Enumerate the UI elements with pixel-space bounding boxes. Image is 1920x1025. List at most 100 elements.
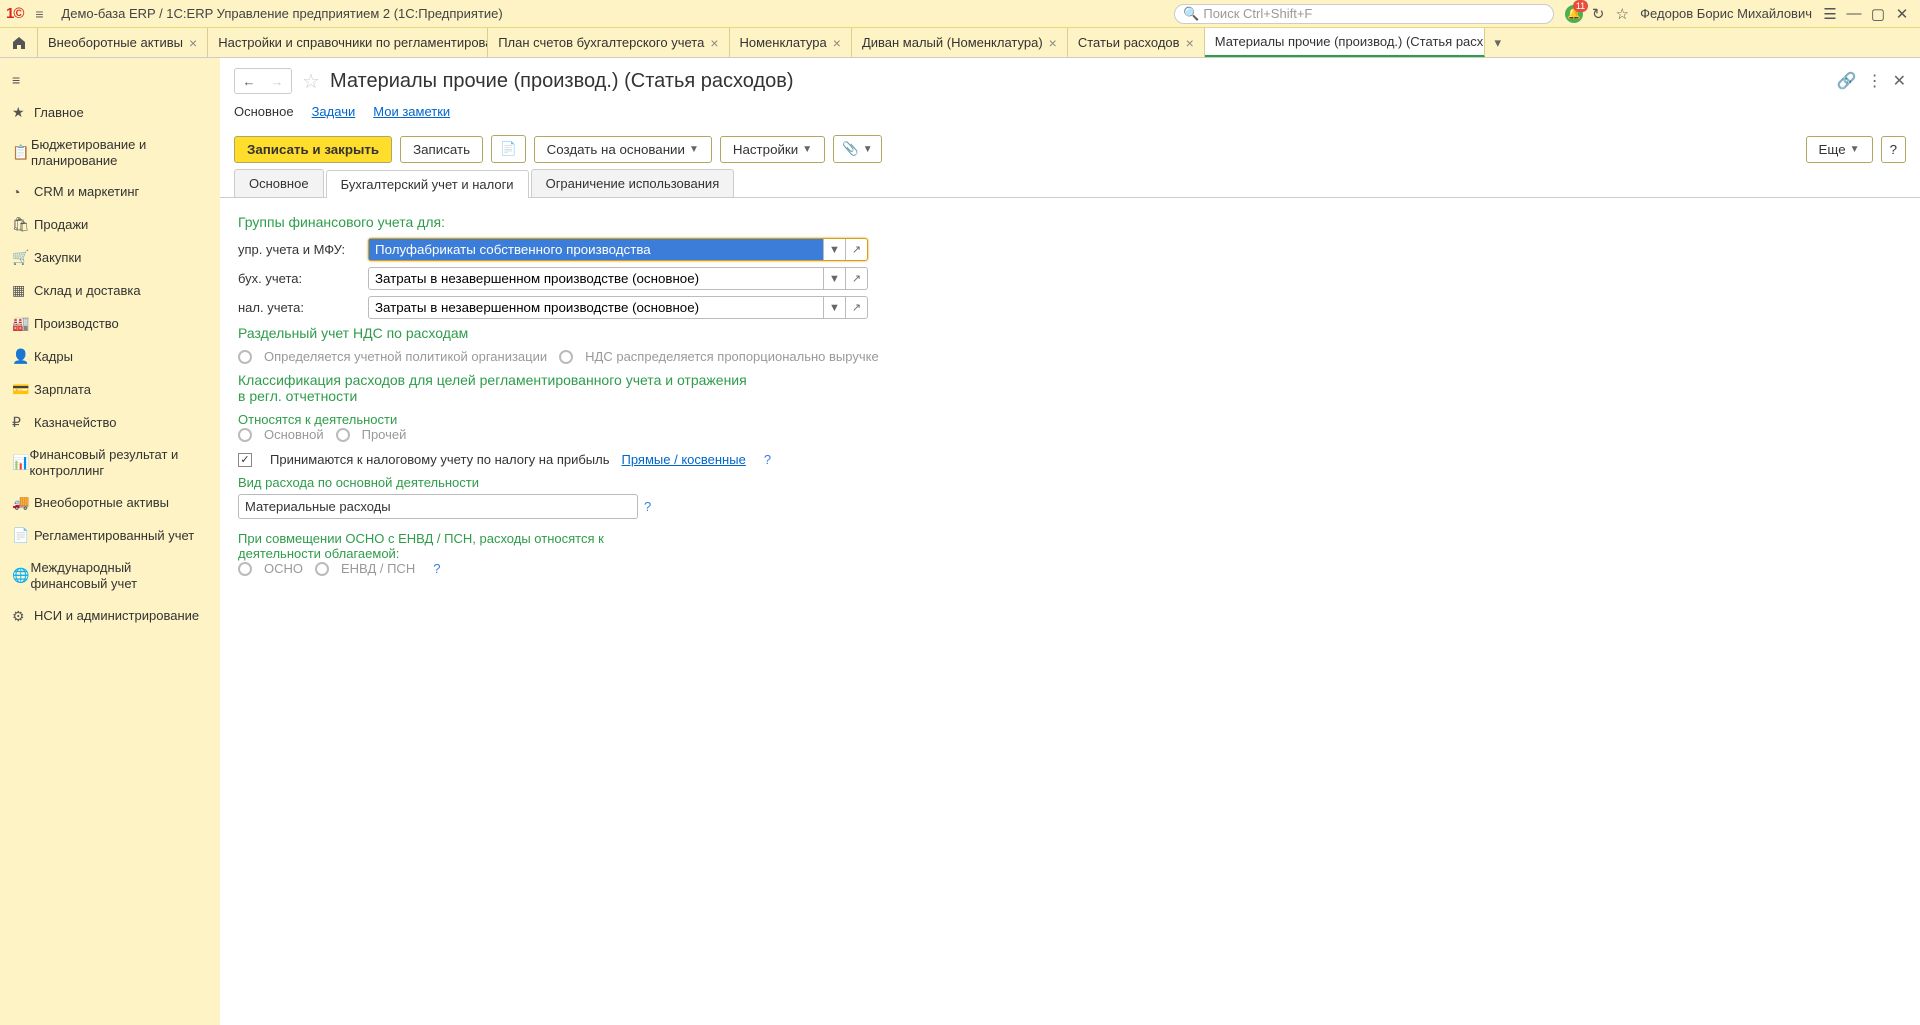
- favorite-page-icon[interactable]: ☆: [302, 69, 320, 94]
- close-icon[interactable]: ×: [710, 35, 718, 51]
- combo-buh[interactable]: ▼ ↗: [368, 267, 868, 290]
- truck-icon: 🚚: [12, 494, 34, 511]
- sidebar-item-warehouse[interactable]: ▦Склад и доставка: [0, 274, 220, 307]
- label-nal: нал. учета:: [238, 300, 368, 315]
- factory-icon: 🏭: [12, 315, 34, 332]
- help-hint-icon[interactable]: ?: [433, 561, 440, 576]
- tab-divan[interactable]: Диван малый (Номенклатура)×: [852, 28, 1068, 57]
- combo-upr[interactable]: ▼ ↗: [368, 238, 868, 261]
- history-icon[interactable]: ↻: [1586, 2, 1610, 26]
- dropdown-icon[interactable]: ▼: [823, 239, 845, 260]
- sidebar-item-ifrs[interactable]: 🌐Международный финансовый учет: [0, 552, 220, 599]
- tab-chart-accounts[interactable]: План счетов бухгалтерского учета×: [488, 28, 729, 57]
- app-title: Демо-база ERP / 1С:ERP Управление предпр…: [61, 6, 502, 21]
- tab-nomenclature[interactable]: Номенклатура×: [730, 28, 852, 57]
- sidebar-item-regulated[interactable]: 📄Регламентированный учет: [0, 519, 220, 552]
- save-button[interactable]: Записать: [400, 136, 483, 163]
- open-icon[interactable]: ↗: [845, 297, 867, 318]
- close-icon[interactable]: ×: [1186, 35, 1194, 51]
- tab-expense-items[interactable]: Статьи расходов×: [1068, 28, 1205, 57]
- tab-settings-refs[interactable]: Настройки и справочники по регламентиров…: [208, 28, 488, 57]
- sidebar-item-production[interactable]: 🏭Производство: [0, 307, 220, 340]
- user-menu-icon[interactable]: ☰: [1818, 2, 1842, 26]
- expense-type-label: Вид расхода по основной деятельности: [238, 475, 1902, 490]
- close-icon[interactable]: ×: [1049, 35, 1057, 51]
- sidebar-item-budgeting[interactable]: 📋Бюджетирование и планирование: [0, 129, 220, 176]
- radio-vat-proportional[interactable]: [559, 350, 573, 364]
- back-button[interactable]: ←: [235, 69, 263, 93]
- help-button[interactable]: ?: [1881, 136, 1906, 163]
- radio-osno[interactable]: [238, 562, 252, 576]
- dropdown-icon[interactable]: ▼: [823, 297, 845, 318]
- radio-activity-main[interactable]: [238, 428, 252, 442]
- input-nal[interactable]: [369, 297, 823, 318]
- radio-activity-other[interactable]: [336, 428, 350, 442]
- chart-icon: 📊: [12, 454, 29, 471]
- home-tab[interactable]: [0, 28, 38, 57]
- notifications-icon[interactable]: 🔔 11: [1562, 2, 1586, 26]
- user-name[interactable]: Федоров Борис Михайлович: [1640, 6, 1812, 21]
- minimize-icon[interactable]: —: [1842, 2, 1866, 26]
- sidebar-item-main[interactable]: ★Главное: [0, 96, 220, 129]
- subtab-accounting[interactable]: Бухгалтерский учет и налоги: [326, 170, 529, 198]
- sidebar-item-hr[interactable]: 👤Кадры: [0, 340, 220, 373]
- nav-main[interactable]: Основное: [234, 104, 294, 119]
- boxes-icon: ▦: [12, 282, 34, 299]
- nav-notes[interactable]: Мои заметки: [373, 104, 450, 119]
- sidebar: ≡ ★Главное 📋Бюджетирование и планировани…: [0, 58, 220, 1025]
- sidebar-item-treasury[interactable]: ₽Казначейство: [0, 406, 220, 439]
- tab-materials-expense[interactable]: Материалы прочие (производ.) (Статья рас…: [1205, 28, 1485, 57]
- open-icon[interactable]: ↗: [845, 239, 867, 260]
- sidebar-item-salary[interactable]: 💳Зарплата: [0, 373, 220, 406]
- favorite-icon[interactable]: ☆: [1610, 2, 1634, 26]
- input-upr[interactable]: [369, 239, 823, 260]
- more-button[interactable]: Еще▼: [1806, 136, 1873, 163]
- input-buh[interactable]: [369, 268, 823, 289]
- more-icon[interactable]: ⋮: [1867, 71, 1883, 91]
- checkbox-tax[interactable]: ✓: [238, 453, 252, 467]
- global-search[interactable]: 🔍 Поиск Ctrl+Shift+F: [1174, 4, 1554, 24]
- sidebar-item-sales[interactable]: 🛍Продажи: [0, 208, 220, 241]
- help-hint-icon[interactable]: ?: [764, 452, 771, 467]
- help-hint-icon[interactable]: ?: [644, 499, 651, 514]
- cart-icon: 🛒: [12, 249, 34, 266]
- report-button[interactable]: 📄: [491, 135, 526, 163]
- select-expense-type[interactable]: Материальные расходы: [238, 494, 638, 519]
- subtab-main[interactable]: Основное: [234, 169, 324, 197]
- form-body: Группы финансового учета для: упр. учета…: [220, 198, 1920, 594]
- radio-vat-policy[interactable]: [238, 350, 252, 364]
- wallet-icon: 💳: [12, 381, 34, 398]
- label-upr: упр. учета и МФУ:: [238, 242, 368, 257]
- page-title: Материалы прочие (производ.) (Статья рас…: [330, 70, 1837, 93]
- close-page-icon[interactable]: ✕: [1893, 71, 1906, 91]
- close-icon[interactable]: ×: [189, 35, 197, 51]
- forward-button[interactable]: →: [263, 69, 291, 93]
- sidebar-item-finresult[interactable]: 📊Финансовый результат и контроллинг: [0, 439, 220, 486]
- settings-button[interactable]: Настройки▼: [720, 136, 825, 163]
- sidebar-item-purchases[interactable]: 🛒Закупки: [0, 241, 220, 274]
- app-logo: 1©: [6, 5, 23, 22]
- sidebar-item-fixed-assets[interactable]: 🚚Внеоборотные активы: [0, 486, 220, 519]
- attach-button[interactable]: 📎▼: [833, 135, 882, 163]
- open-icon[interactable]: ↗: [845, 268, 867, 289]
- gear-icon: ⚙: [12, 608, 34, 625]
- radio-envd[interactable]: [315, 562, 329, 576]
- subtab-restriction[interactable]: Ограничение использования: [531, 169, 735, 197]
- main-menu-icon[interactable]: ≡: [27, 6, 51, 22]
- create-based-button[interactable]: Создать на основании▼: [534, 136, 712, 163]
- sidebar-item-admin[interactable]: ⚙НСИ и администрирование: [0, 600, 220, 633]
- sidebar-item-crm[interactable]: ◔CRM и маркетинг: [0, 176, 220, 208]
- close-window-icon[interactable]: ✕: [1890, 2, 1914, 26]
- link-direct-indirect[interactable]: Прямые / косвенные: [622, 452, 746, 467]
- link-icon[interactable]: 🔗: [1837, 71, 1857, 91]
- tab-overflow-icon[interactable]: ▾: [1485, 28, 1511, 57]
- dropdown-icon[interactable]: ▼: [823, 268, 845, 289]
- search-icon: 🔍: [1183, 6, 1199, 22]
- tab-assets[interactable]: Внеоборотные активы×: [38, 28, 208, 57]
- nav-tasks[interactable]: Задачи: [312, 104, 356, 119]
- combo-nal[interactable]: ▼ ↗: [368, 296, 868, 319]
- close-icon[interactable]: ×: [833, 35, 841, 51]
- sidebar-toggle[interactable]: ≡: [0, 64, 220, 96]
- maximize-icon[interactable]: ▢: [1866, 2, 1890, 26]
- save-close-button[interactable]: Записать и закрыть: [234, 136, 392, 163]
